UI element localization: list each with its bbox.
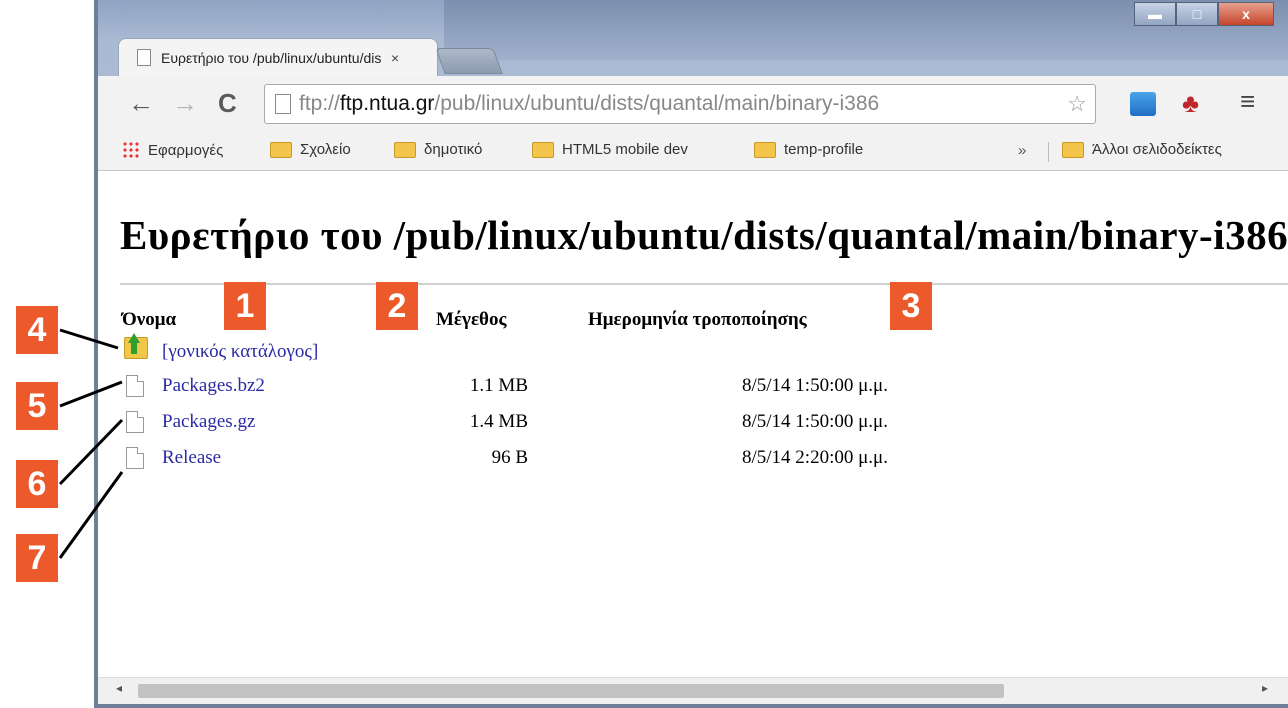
file-icon [126,375,144,397]
callout-badge: 2 [376,282,418,330]
column-header-size[interactable]: Μέγεθος [436,309,507,331]
address-bar[interactable]: ftp://ftp.ntua.gr/pub/linux/ubuntu/dists… [264,84,1096,124]
folder-icon [754,141,776,158]
bookmark-label: Εφαρμογές [148,141,224,159]
column-header-date[interactable]: Ημερομηνία τροποποίησης [588,309,807,331]
page-icon [275,94,291,114]
folder-icon [1062,141,1084,158]
reload-icon[interactable]: C [218,88,237,118]
folder-icon [394,141,416,158]
scrollbar-thumb[interactable] [138,684,1004,698]
bookmark-apps[interactable]: Εφαρμογές [122,141,223,159]
tab-close-icon[interactable]: × [391,50,399,66]
callout-badge: 5 [16,382,58,430]
file-link[interactable]: Packages.gz [162,411,255,433]
callout-badge: 1 [224,282,266,330]
window-controls: ▬ □ x [1134,2,1274,26]
menu-icon[interactable]: ≡ [1240,86,1255,117]
file-icon [126,411,144,433]
folder-icon [532,141,554,158]
file-size: 1.4 MB [469,411,528,432]
callout-badge: 4 [16,306,58,354]
extension-sofa-icon[interactable]: ♣ [1182,88,1199,119]
close-window-button[interactable]: x [1218,2,1274,26]
bookmarks-more-icon[interactable]: » [1018,142,1026,159]
forward-icon[interactable]: → [172,88,198,118]
bookmark-label: Άλλοι σελιδοδείκτες [1092,141,1222,158]
page-content: Ευρετήριο του /pub/linux/ubuntu/dists/qu… [98,171,1288,704]
column-header-name[interactable]: Όνομα [122,309,176,331]
bookmark-label: HTML5 mobile dev [562,141,688,158]
bookmark-folder[interactable]: temp-profile [754,141,863,158]
maximize-button[interactable]: □ [1176,2,1218,26]
back-icon[interactable]: ← [128,88,154,118]
file-date: 8/5/14 1:50:00 μ.μ. [742,411,888,432]
page-icon [137,49,151,66]
divider [1048,142,1049,162]
parent-folder-icon [124,333,148,359]
toolbar: ← → C ftp://ftp.ntua.gr/pub/linux/ubuntu… [98,76,1288,135]
file-link[interactable]: Packages.bz2 [162,375,265,397]
bookmark-folder[interactable]: δημοτικό [394,141,482,158]
bookmark-other[interactable]: Άλλοι σελιδοδείκτες [1062,141,1222,158]
minimize-button[interactable]: ▬ [1134,2,1176,26]
bookmark-folder[interactable]: HTML5 mobile dev [532,141,688,158]
file-date: 8/5/14 1:50:00 μ.μ. [742,375,888,396]
bookmark-folder[interactable]: Σχολείο [270,141,351,158]
browser-window: ▬ □ x Ευρετήριο του /pub/linux/ubuntu/di… [94,0,1288,708]
url-host: ftp.ntua.gr [339,92,435,115]
folder-icon [270,141,292,158]
file-icon [126,447,144,469]
apps-icon [122,141,140,159]
url-path: /pub/linux/ubuntu/dists/quantal/main/bin… [434,92,880,115]
scroll-right-icon[interactable]: ▸ [1262,681,1268,695]
file-date: 8/5/14 2:20:00 μ.μ. [742,447,888,468]
tab-title: Ευρετήριο του /pub/linux/ubuntu/dists/qu… [161,49,381,66]
horizontal-scrollbar[interactable]: ◂ ▸ [98,677,1288,704]
extension-cast-icon[interactable] [1130,92,1156,116]
callout-badge: 7 [16,534,58,582]
page-title: Ευρετήριο του /pub/linux/ubuntu/dists/qu… [120,212,1288,258]
callout-badge: 6 [16,460,58,508]
tab-active[interactable]: Ευρετήριο του /pub/linux/ubuntu/dists/qu… [118,38,438,76]
scroll-left-icon[interactable]: ◂ [116,681,122,695]
bookmark-label: δημοτικό [424,141,483,158]
file-link[interactable]: Release [162,447,221,469]
file-size: 1.1 MB [469,375,528,396]
parent-directory-link[interactable]: [γονικός κατάλογος] [162,341,318,363]
star-icon[interactable]: ☆ [1067,91,1087,117]
new-tab-button[interactable] [435,48,503,74]
url-scheme: ftp:// [299,92,340,115]
bookmark-label: temp-profile [784,141,864,158]
bookmark-label: Σχολείο [300,141,351,158]
file-size: 96 B [491,447,528,468]
bookmarks-bar: Εφαρμογές Σχολείο δημοτικό HTML5 mobile … [98,134,1288,171]
divider [120,283,1288,285]
callout-badge: 3 [890,282,932,330]
url-text: ftp://ftp.ntua.gr/pub/linux/ubuntu/dists… [299,92,1059,116]
